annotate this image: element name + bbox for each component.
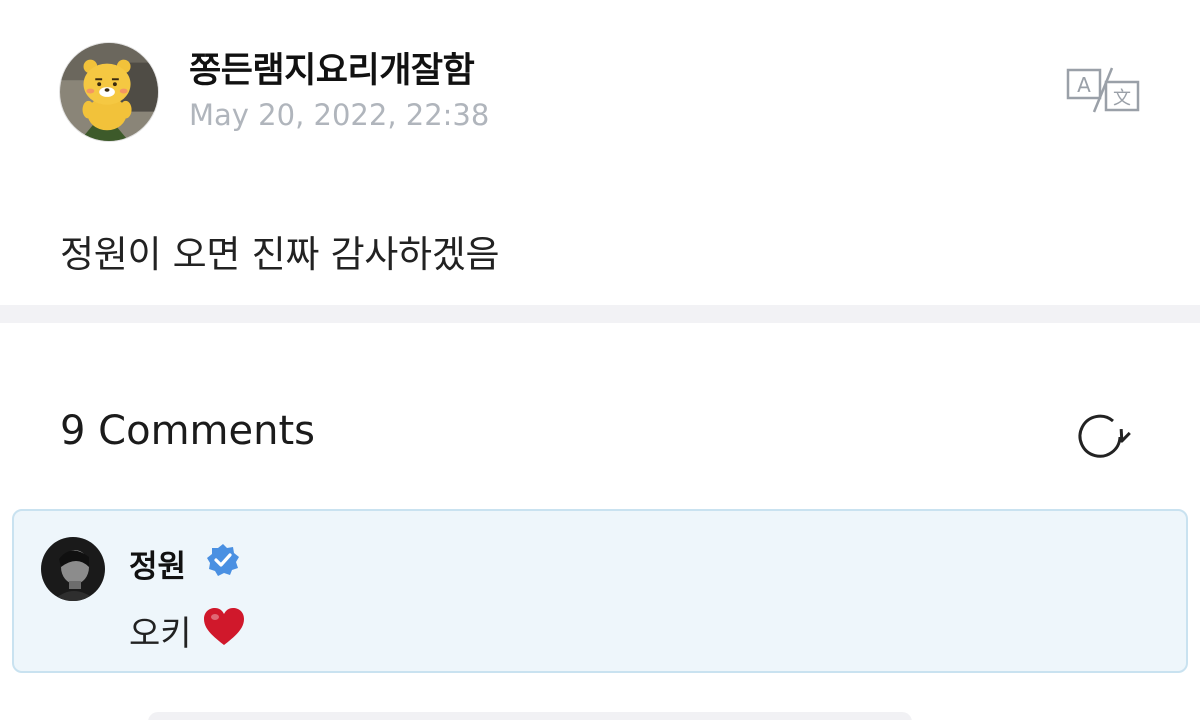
- translate-button[interactable]: A 文: [1066, 66, 1140, 114]
- commenter-avatar[interactable]: [41, 537, 105, 601]
- author-name[interactable]: 쫑든램지요리개잘함: [189, 42, 475, 93]
- refresh-icon: [1078, 414, 1131, 458]
- post-detail-page: 쫑든램지요리개잘함 May 20, 2022, 22:38 A 文 정원이 오면…: [0, 0, 1200, 720]
- translate-icon: A 文: [1066, 67, 1140, 113]
- section-divider: [0, 305, 1200, 323]
- comments-count-label: 9 Comments: [60, 408, 315, 454]
- bear-plush-icon: [60, 43, 158, 141]
- author-avatar[interactable]: [59, 42, 159, 142]
- commenter-name[interactable]: 정원: [129, 541, 186, 586]
- post-timestamp: May 20, 2022, 22:38: [189, 98, 490, 132]
- post-body-text: 정원이 오면 진짜 감사하겠음: [60, 233, 500, 276]
- commenter-photo-icon: [41, 537, 105, 601]
- red-heart-icon: [201, 604, 247, 650]
- svg-text:A: A: [1077, 73, 1091, 97]
- verified-badge-icon: [205, 542, 241, 578]
- next-comment-placeholder: [148, 712, 912, 720]
- svg-text:文: 文: [1113, 88, 1131, 109]
- comment-item[interactable]: 정원 오키: [12, 509, 1188, 673]
- comment-text: 오키: [129, 614, 192, 654]
- refresh-comments-button[interactable]: [1072, 407, 1132, 467]
